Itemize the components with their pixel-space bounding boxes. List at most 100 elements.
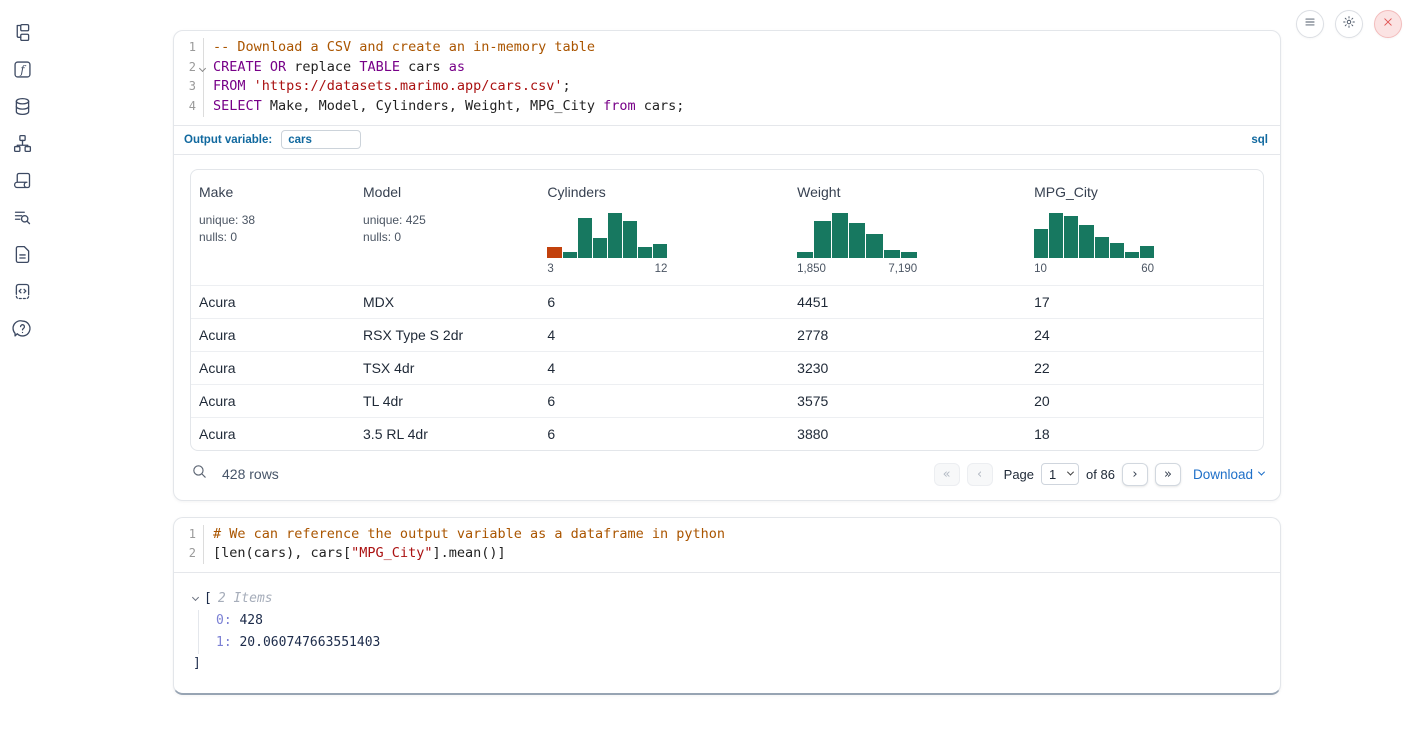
- table-column-header: Make unique: 38nulls: 0: [191, 184, 355, 275]
- table-row[interactable]: AcuraRSX Type S 2dr4277824: [191, 318, 1263, 351]
- line-number: 1: [174, 38, 203, 58]
- prev-page-button[interactable]: ‹: [967, 463, 993, 486]
- histogram-bar: [1110, 243, 1124, 258]
- axis-min-label: 1,850: [797, 263, 826, 275]
- histogram-bar: [1095, 237, 1109, 258]
- histogram-bar: [547, 247, 561, 258]
- code-line[interactable]: # We can reference the output variable a…: [213, 525, 1280, 545]
- variables-icon[interactable]: f: [12, 59, 33, 80]
- last-page-button[interactable]: »: [1155, 463, 1181, 486]
- notebook-area: 1234 -- Download a CSV and create an in-…: [173, 0, 1281, 695]
- histogram-bar: [1064, 216, 1078, 258]
- dependency-graph-icon[interactable]: [12, 133, 33, 154]
- python-code-editor[interactable]: 12 # We can reference the output variabl…: [174, 518, 1280, 572]
- divider: [174, 154, 1280, 155]
- stat-line: unique: 425: [363, 212, 539, 229]
- output-variable-input[interactable]: [281, 130, 361, 149]
- data-sources-icon[interactable]: [12, 96, 33, 117]
- table-cell: 6: [539, 294, 789, 310]
- axis-min-label: 10: [1034, 263, 1047, 275]
- snippets-icon[interactable]: [12, 281, 33, 302]
- sql-cell: 1234 -- Download a CSV and create an in-…: [173, 30, 1281, 501]
- output-variable-row: Output variable: sql: [174, 126, 1280, 154]
- line-number: 1: [174, 525, 203, 545]
- table-cell: Acura: [191, 360, 355, 376]
- code-token: 'https://datasets.marimo.app/cars.csv': [254, 78, 563, 94]
- page-label: Page: [1004, 467, 1034, 482]
- left-sidebar: f: [0, 0, 44, 729]
- code-line[interactable]: SELECT Make, Model, Cylinders, Weight, M…: [213, 97, 1280, 117]
- table-cell: 6: [539, 426, 789, 442]
- table-body: AcuraMDX6445117AcuraRSX Type S 2dr427782…: [191, 285, 1263, 450]
- code-line[interactable]: [len(cars), cars["MPG_City"].mean()]: [213, 544, 1280, 564]
- code-token: ;: [563, 78, 571, 94]
- stat-line: unique: 38: [199, 212, 355, 229]
- collapse-chevron-icon[interactable]: [192, 594, 199, 601]
- table-row[interactable]: Acura3.5 RL 4dr6388018: [191, 417, 1263, 450]
- documentation-icon[interactable]: [12, 244, 33, 265]
- scratchpad-icon[interactable]: [12, 170, 33, 191]
- code-token: from: [603, 98, 636, 114]
- table-cell: Acura: [191, 327, 355, 343]
- tree-key: 0:: [216, 613, 232, 628]
- histogram-bar: [653, 244, 667, 258]
- code-token: replace: [286, 59, 359, 75]
- code-line[interactable]: -- Download a CSV and create an in-memor…: [213, 38, 1280, 58]
- chevron-down-icon: [1067, 468, 1074, 475]
- histogram-bar: [866, 234, 882, 258]
- table-column-header: Cylinders 312: [539, 184, 789, 275]
- code-token: # We can reference the output variable a…: [213, 526, 725, 542]
- tree-key: 1:: [216, 635, 232, 650]
- column-histogram: 312: [547, 208, 667, 275]
- python-code-lines[interactable]: # We can reference the output variable a…: [204, 525, 1280, 564]
- table-cell: 18: [1026, 426, 1263, 442]
- column-label[interactable]: MPG_City: [1034, 184, 1263, 200]
- table-row[interactable]: AcuraTSX 4dr4323022: [191, 351, 1263, 384]
- logs-icon[interactable]: [12, 207, 33, 228]
- table-footer: 428 rows « ‹ Page 1 of 86 › » Download: [174, 451, 1280, 500]
- code-token: Make, Model, Cylinders, Weight, MPG_City: [262, 98, 603, 114]
- help-icon[interactable]: [12, 318, 33, 339]
- histogram-bar: [797, 252, 813, 258]
- table-cell: TSX 4dr: [355, 360, 539, 376]
- code-token: -- Download a CSV and create an in-memor…: [213, 39, 595, 55]
- search-icon[interactable]: [191, 463, 208, 485]
- stat-line: nulls: 0: [199, 229, 355, 246]
- table-row[interactable]: AcuraTL 4dr6357520: [191, 384, 1263, 417]
- download-button[interactable]: Download: [1193, 467, 1264, 482]
- code-token: [246, 78, 254, 94]
- line-number: 2: [174, 544, 203, 564]
- first-page-button[interactable]: «: [934, 463, 960, 486]
- table-cell: Acura: [191, 426, 355, 442]
- column-label[interactable]: Weight: [797, 184, 1026, 200]
- table-row[interactable]: AcuraMDX6445117: [191, 285, 1263, 318]
- menu-button[interactable]: [1296, 10, 1324, 38]
- sql-code-editor[interactable]: 1234 -- Download a CSV and create an in-…: [174, 31, 1280, 125]
- table-column-header: Model unique: 425nulls: 0: [355, 184, 539, 275]
- page-select[interactable]: 1: [1041, 463, 1079, 485]
- result-table: Makeunique: 38nulls: 0Modelunique: 425nu…: [190, 169, 1264, 451]
- stat-line: nulls: 0: [363, 229, 539, 246]
- axis-max-label: 60: [1141, 263, 1154, 275]
- code-line[interactable]: CREATE OR replace TABLE cars as: [213, 58, 1280, 78]
- file-explorer-icon[interactable]: [12, 22, 33, 43]
- download-label: Download: [1193, 467, 1253, 482]
- column-label[interactable]: Make: [199, 184, 355, 200]
- column-label[interactable]: Model: [363, 184, 539, 200]
- histogram-bars: [547, 208, 667, 258]
- histogram-bar: [578, 218, 592, 258]
- histogram-bar: [1125, 252, 1139, 258]
- table-cell: TL 4dr: [355, 393, 539, 409]
- tree-root: [ 2 Items: [193, 588, 1260, 608]
- axis-max-label: 12: [655, 263, 668, 275]
- histogram-axis-labels: 1,8507,190: [797, 263, 917, 275]
- table-cell: 3575: [789, 393, 1026, 409]
- column-label[interactable]: Cylinders: [547, 184, 789, 200]
- next-page-button[interactable]: ›: [1122, 463, 1148, 486]
- settings-button[interactable]: [1335, 10, 1363, 38]
- sql-code-lines[interactable]: -- Download a CSV and create an in-memor…: [204, 38, 1280, 117]
- code-line[interactable]: FROM 'https://datasets.marimo.app/cars.c…: [213, 77, 1280, 97]
- close-button[interactable]: [1374, 10, 1402, 38]
- histogram-bar: [623, 221, 637, 258]
- line-number: 4: [174, 97, 203, 117]
